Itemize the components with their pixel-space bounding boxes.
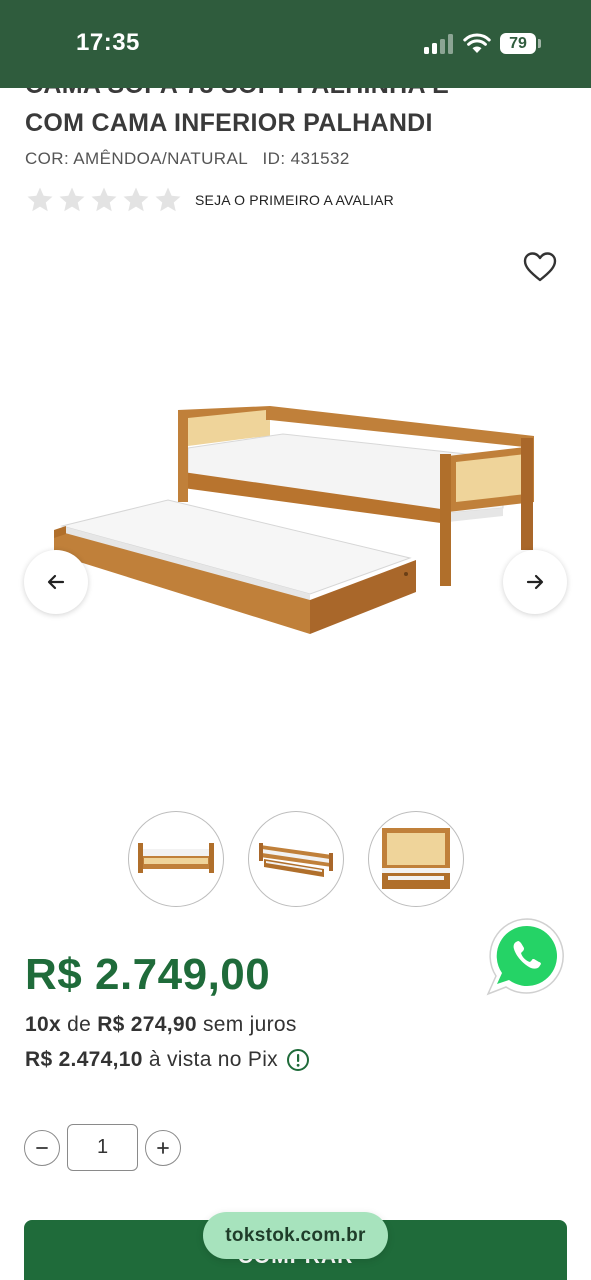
heart-icon[interactable] [522,250,558,284]
whatsapp-icon[interactable] [486,916,568,998]
minus-icon [36,1147,48,1149]
installments-text: 10x de R$ 274,90 sem juros [25,1013,297,1037]
star-icon[interactable] [121,185,151,215]
product-title-line-2: COM CAMA INFERIOR PALHANDI [25,109,433,137]
arrow-right-icon [526,574,544,590]
product-id: ID: 431532 [262,149,350,168]
product-meta: COR: AMÊNDOA/NATURAL ID: 431532 [25,149,350,169]
rating-text[interactable]: SEJA O PRIMEIRO A AVALIAR [195,192,394,208]
product-price: R$ 2.749,00 [25,950,271,999]
product-color: COR: AMÊNDOA/NATURAL [25,149,248,168]
installments-suffix: sem juros [202,1013,297,1036]
pix-suffix: à vista no Pix [148,1048,278,1071]
thumbnail-2[interactable] [248,811,344,907]
wifi-icon [463,33,491,53]
thumbnail-strip [128,811,468,907]
thumbnail-image [259,843,333,877]
plus-icon [157,1142,169,1154]
quantity-decrease-button[interactable] [24,1130,60,1166]
gallery-next-button[interactable] [503,550,567,614]
installments-count: 10x [25,1013,61,1036]
battery-icon: 79 [500,33,536,54]
quantity-increase-button[interactable] [145,1130,181,1166]
status-bar: 17:35 79 [0,0,591,88]
thumbnail-3[interactable] [368,811,464,907]
signal-icon [424,34,454,54]
info-icon[interactable] [286,1048,310,1072]
quantity-input[interactable] [67,1124,138,1171]
product-image [54,406,534,634]
pix-value: R$ 2.474,10 [25,1048,143,1071]
installments-value: R$ 274,90 [97,1013,197,1036]
status-time: 17:35 [76,29,140,56]
thumbnail-1[interactable] [128,811,224,907]
star-icon[interactable] [153,185,183,215]
url-pill[interactable]: tokstok.com.br [203,1212,388,1259]
rating-stars[interactable] [25,185,183,215]
star-icon[interactable] [57,185,87,215]
arrow-left-icon [47,574,65,590]
pix-price: R$ 2.474,10 à vista no Pix [25,1048,310,1072]
star-icon[interactable] [89,185,119,215]
thumbnail-image [138,843,214,873]
installments-de: de [67,1013,92,1036]
rating[interactable]: SEJA O PRIMEIRO A AVALIAR [25,185,394,215]
star-icon[interactable] [25,185,55,215]
gallery-prev-button[interactable] [24,550,88,614]
thumbnail-image [382,828,450,889]
battery-tip [538,39,541,48]
